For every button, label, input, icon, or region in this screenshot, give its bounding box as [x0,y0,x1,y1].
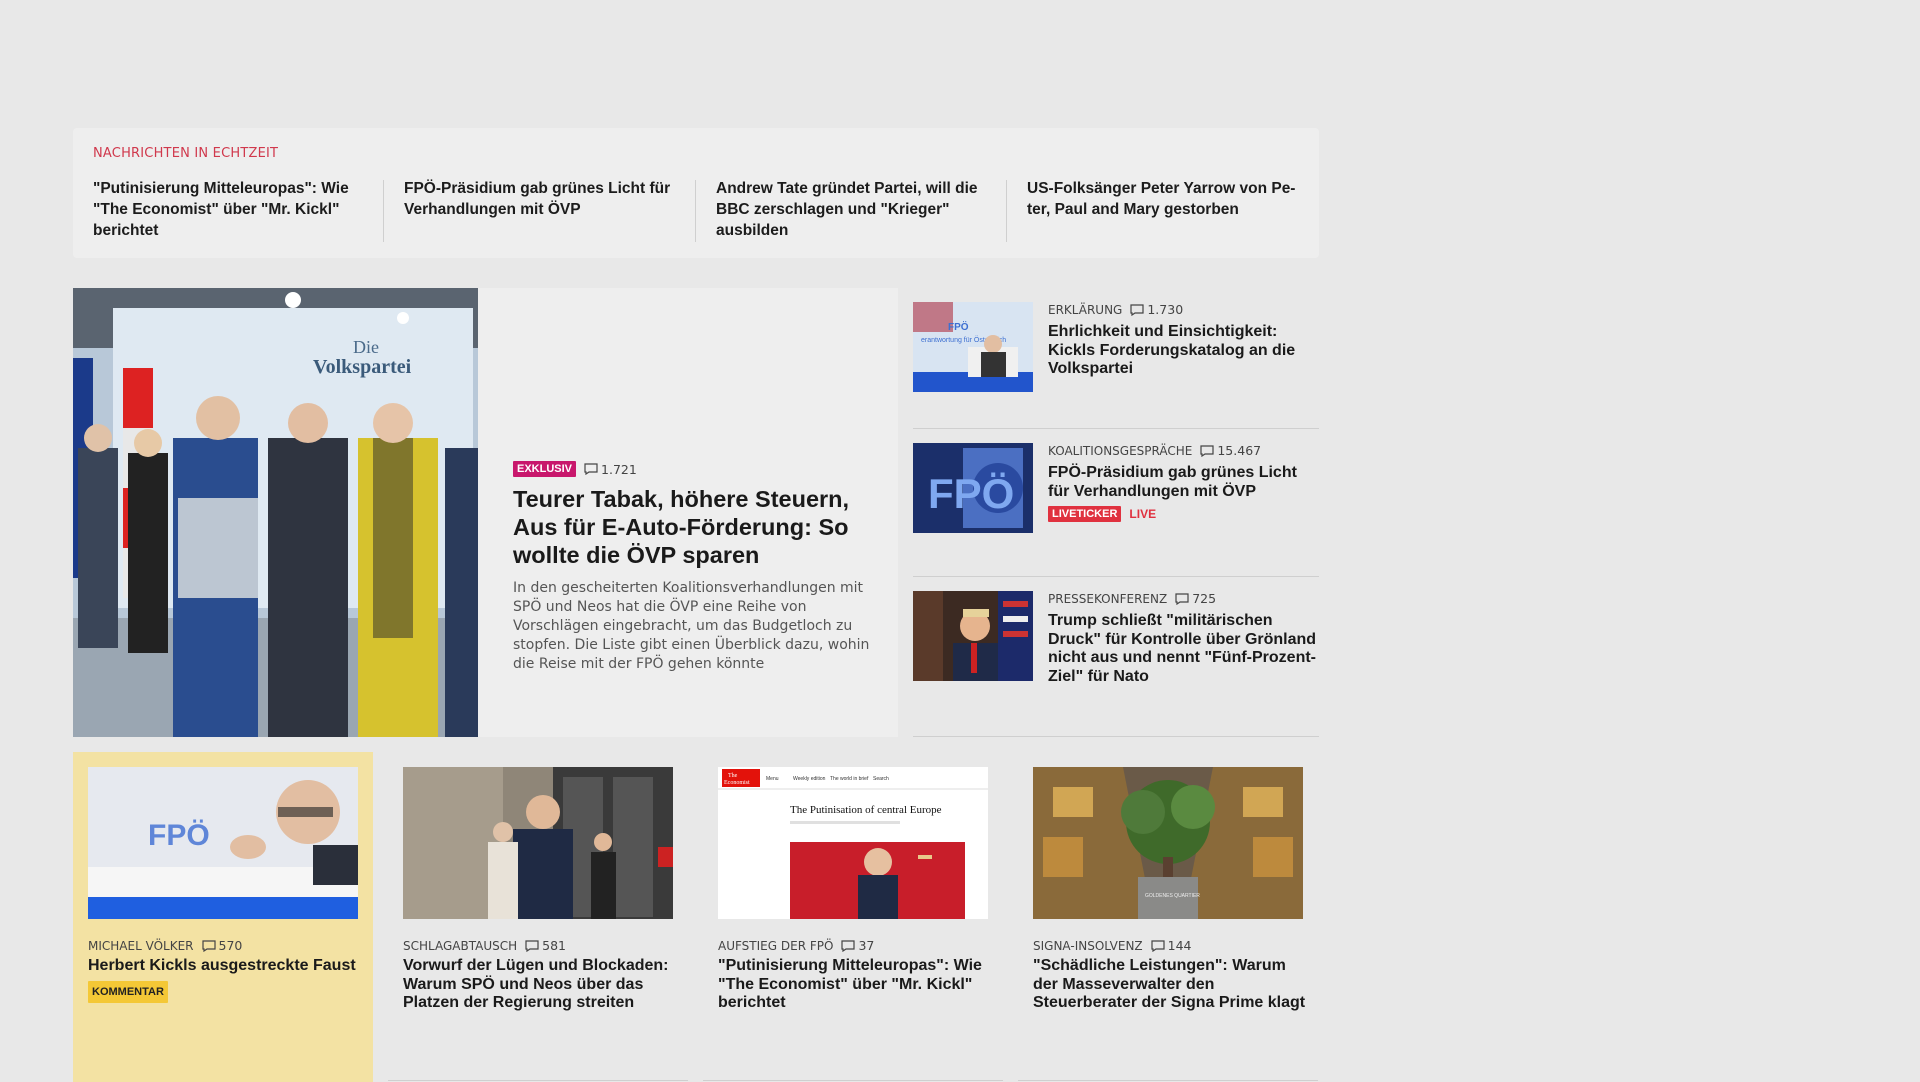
comment-count-value: 37 [858,938,875,953]
ticker-item[interactable]: US-Folksänger Peter Yarrow von Pe-ter, P… [1007,178,1297,220]
comment-icon [1151,939,1165,952]
article-title[interactable]: Herbert Kickls ausgestreckte Faust [88,957,363,976]
side-article-text: ERKLÄRUNG 1.730 Ehrlichkeit und Einsicht… [1048,302,1318,379]
image-text: Economist [724,780,750,786]
comment-count[interactable]: 15.467 [1200,443,1261,458]
comment-icon [841,939,856,952]
article-thumbnail[interactable]: The Economist Menu Weekly edition The wo… [718,767,988,919]
ticker-item[interactable]: "Putinisierung Mitteleuropas": Wie "The … [73,178,363,241]
ticker-item[interactable]: FPÖ-Präsidium gab grünes Licht für Verha… [384,178,684,220]
divider [913,428,1319,429]
divider [1018,1080,1318,1081]
side-article-text: PRESSEKONFERENZ 725 Trump schließt "mili… [1048,591,1318,686]
hero-article[interactable]: Die Volkspartei EXKLUSIV 1.721 Teurer Ta… [73,288,898,737]
comment-count-value: 581 [542,938,566,953]
side-article[interactable]: FPÖ erantwortung für Österreich ERKLÄRUN… [913,302,1319,402]
divider [388,1080,688,1081]
article-title[interactable]: FPÖ-Präsidium gab grünes Licht für Verha… [1048,464,1318,501]
article-thumbnail[interactable]: FPÖ erantwortung für Österreich [913,302,1033,392]
article-kicker: AUFSTIEG DER FPÖ [718,938,834,953]
comment-icon [525,939,539,952]
article-title[interactable]: Trump schließt "militärischen Druck" für… [1048,612,1318,686]
comment-count-value: 570 [218,938,243,953]
article-title[interactable]: Vorwurf der Lügen und Blockaden: Warum S… [403,957,678,1013]
image-text: Menu [766,776,779,782]
liveticker-badge: LIVETICKER [1048,506,1122,522]
live-news-ticker: NACHRICHTEN IN ECHTZEIT "Putinisierung M… [73,128,1319,258]
comment-icon [584,463,598,475]
image-text: FPÖ [148,819,210,852]
article-title[interactable]: "Putinisierung Mitteleuropas": Wie "The … [718,957,993,1013]
exclusive-badge: EXKLUSIV [513,461,577,477]
hero-title[interactable]: Teurer Tabak, höhere Steuern, Aus für E-… [513,485,873,569]
live-indicator: LIVE [1129,507,1157,521]
ticker-item[interactable]: Andrew Tate gründet Partei, will die BBC… [696,178,986,241]
article-kicker: KOALITIONSGESPRÄCHE [1048,443,1193,458]
divider [913,576,1319,577]
hero-image[interactable]: Die Volkspartei [73,288,478,737]
article-thumbnail[interactable]: FPÖ [913,443,1033,533]
article-card[interactable]: GOLDENES QUARTIER SIGNA-INSOLVENZ 144 "S… [1018,752,1318,1082]
article-thumbnail[interactable]: FPÖ [88,767,358,919]
article-kicker: ERKLÄRUNG [1048,302,1123,317]
article-kicker: SCHLAGABTAUSCH [403,938,518,953]
side-article-text: KOALITIONSGESPRÄCHE 15.467 FPÖ-Präsidium… [1048,443,1318,522]
comment-count[interactable]: 570 [201,938,243,953]
comment-icon [1200,444,1214,457]
comment-count[interactable]: 37 [841,938,874,953]
side-article[interactable]: PRESSEKONFERENZ 725 Trump schließt "mili… [913,591,1319,721]
hero-lead: In den gescheiterten Koalitionsverhandlu… [513,580,870,672]
article-kicker: PRESSEKONFERENZ [1048,591,1168,606]
divider [703,1080,1003,1081]
image-text: The world in brief [830,776,869,782]
side-article[interactable]: FPÖ KOALITIONSGESPRÄCHE 15.467 FPÖ-Präsi… [913,443,1319,543]
image-text: GOLDENES QUARTIER [1145,893,1200,899]
comment-count-value: 725 [1192,591,1217,606]
comment-count[interactable]: 1.730 [1130,302,1183,317]
article-card[interactable]: FPÖ MICHAEL VÖLKER 570 Herbert Kickls au… [73,752,373,1082]
divider [913,736,1319,737]
comment-count-value: 1.730 [1147,302,1184,317]
comment-icon [1130,303,1144,316]
comment-count-value: 15.467 [1217,443,1262,458]
comment-icon [201,939,216,952]
comment-count[interactable]: 144 [1151,938,1192,953]
comment-count-value: 144 [1167,938,1192,953]
article-title[interactable]: Ehrlichkeit und Einsichtigkeit: Kickls F… [1048,323,1318,379]
article-kicker: SIGNA-INSOLVENZ [1033,938,1143,953]
article-title-block: Herbert Kickls ausgestreckte Faust KOMME… [88,957,363,1003]
article-kicker: MICHAEL VÖLKER [88,938,194,953]
comment-count-value: 1.721 [601,461,637,477]
comment-icon [1175,592,1189,605]
article-thumbnail[interactable] [403,767,673,919]
hero-text: EXKLUSIV 1.721 Teurer Tabak, höhere Steu… [513,461,873,674]
commentary-badge: KOMMENTAR [88,980,168,1003]
image-text: Volkspartei [313,356,412,378]
article-thumbnail[interactable] [913,591,1033,681]
image-text: FPÖ [948,320,969,333]
article-thumbnail[interactable]: GOLDENES QUARTIER [1033,767,1303,919]
ticker-title: NACHRICHTEN IN ECHTZEIT [93,146,279,161]
image-text: Die [353,337,379,357]
comment-count[interactable]: 725 [1175,591,1216,606]
image-text: The Putinisation of central Europe [790,804,942,816]
comment-count[interactable]: 1.721 [584,462,637,477]
article-title[interactable]: "Schädliche Leistungen": Warum der Masse… [1033,957,1308,1013]
image-text: FPÖ [928,470,1014,517]
image-text: Search [873,776,889,782]
comment-count[interactable]: 581 [525,938,566,953]
image-text: Weekly edition [793,776,826,782]
image-text: The [728,773,738,779]
article-card[interactable]: The Economist Menu Weekly edition The wo… [703,752,1003,1082]
article-card[interactable]: SCHLAGABTAUSCH 581 Vorwurf der Lügen und… [388,752,688,1082]
